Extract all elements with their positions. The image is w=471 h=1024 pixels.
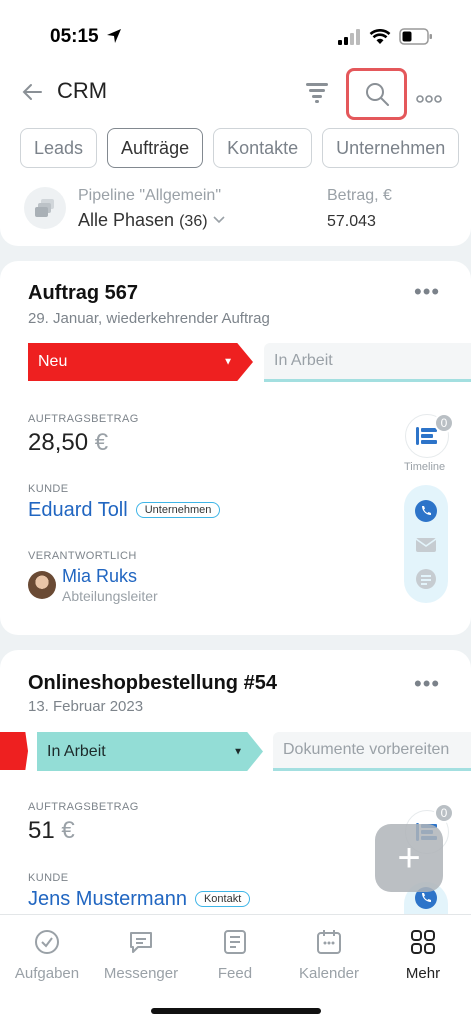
client-name-link[interactable]: Jens Mustermann <box>28 888 187 910</box>
amount-label: AUFTRAGSBETRAG <box>28 413 139 425</box>
timeline-icon <box>416 427 437 445</box>
wifi-icon <box>369 28 391 44</box>
back-button[interactable] <box>22 80 42 108</box>
client-label: KUNDE <box>28 872 69 884</box>
search-button[interactable] <box>346 68 407 120</box>
more-horizontal-icon <box>416 95 442 103</box>
nav-label: Aufgaben <box>14 965 80 982</box>
tab-leads[interactable]: Leads <box>20 128 98 168</box>
calendar-icon <box>317 930 341 954</box>
mail-icon[interactable] <box>414 533 438 557</box>
timeline-count-badge: 0 <box>434 803 454 823</box>
responsible-name[interactable]: Mia Ruks <box>62 566 137 587</box>
more-button[interactable] <box>416 90 442 108</box>
pipeline-count: (36) <box>179 213 208 230</box>
nav-label: Messenger <box>103 965 179 982</box>
crm-header: CRM Leads Aufträge Kontakte Unternehmen <box>0 68 471 246</box>
caret-down-icon: ▼ <box>233 746 243 757</box>
nav-item-mehr[interactable]: Mehr <box>376 927 470 982</box>
order-card[interactable]: Auftrag 567 29. Januar, wiederkehrender … <box>0 261 471 635</box>
tab-auftraege[interactable]: Aufträge <box>107 128 204 168</box>
pipeline-selector[interactable]: Alle Phasen (36) <box>78 210 225 231</box>
nav-item-feed[interactable]: Feed <box>188 927 282 982</box>
client-name-link[interactable]: Eduard Toll <box>28 499 128 521</box>
card-subtitle: 29. Januar, wiederkehrender Auftrag <box>28 310 270 327</box>
next-stage-label: In Arbeit <box>274 352 333 369</box>
next-stage-label: Dokumente vorbereiten <box>283 741 450 758</box>
stage-label: In Arbeit <box>47 742 106 760</box>
tab-unternehmen[interactable]: Unternehmen <box>322 128 460 168</box>
pipeline-value: Alle Phasen <box>78 210 175 230</box>
chat-icon <box>130 932 152 953</box>
check-circle-icon <box>35 930 59 954</box>
order-card[interactable]: Onlineshopbestellung #54 13. Februar 202… <box>0 650 471 950</box>
client-type-badge: Kontakt <box>194 891 251 907</box>
phone-icon[interactable] <box>414 499 438 523</box>
next-stage[interactable]: Dokumente vorbereiten <box>273 732 471 771</box>
signal-icon <box>338 28 360 45</box>
card-more-button[interactable]: ••• <box>414 671 440 697</box>
nav-label: Feed <box>217 965 253 982</box>
tab-kontakte[interactable]: Kontakte <box>213 128 313 168</box>
order-amount: 51 € <box>28 817 75 844</box>
previous-stage[interactable] <box>0 732 28 770</box>
nav-item-messenger[interactable]: Messenger <box>94 927 188 982</box>
responsible-position: Abteilungsleiter <box>62 588 158 604</box>
pipeline-label: Pipeline "Allgemein" <box>78 187 221 204</box>
card-more-button[interactable]: ••• <box>414 279 440 305</box>
stage-selector[interactable]: Neu ▼ <box>28 343 253 381</box>
grid-icon <box>411 930 435 954</box>
arrow-left-icon <box>22 84 42 100</box>
nav-label: Kalender <box>298 965 360 982</box>
communication-panel <box>404 485 448 603</box>
chat-icon[interactable] <box>414 567 438 591</box>
next-stage[interactable]: In Arbeit <box>264 343 471 382</box>
avatar <box>28 571 56 599</box>
filter-button[interactable] <box>303 78 331 106</box>
client-name-row: Jens Mustermann Kontakt <box>28 888 251 911</box>
order-amount: 28,50 € <box>28 429 109 456</box>
nav-label: Mehr <box>405 965 441 982</box>
responsible-label: VERANTWORTLICH <box>28 550 137 562</box>
pipeline-icon <box>24 187 66 229</box>
plus-icon: + <box>397 835 421 880</box>
stage-selector[interactable]: In Arbeit ▼ <box>37 732 263 771</box>
nav-item-kalender[interactable]: Kalender <box>282 927 376 982</box>
page-title: CRM <box>57 78 108 103</box>
battery-icon <box>399 28 432 45</box>
card-subtitle: 13. Februar 2023 <box>28 698 144 715</box>
filter-icon <box>306 83 328 103</box>
location-arrow-icon <box>106 29 121 43</box>
chevron-down-icon <box>212 216 225 224</box>
timeline-label: Timeline <box>404 461 446 473</box>
status-bar: 05:15 <box>0 0 471 70</box>
client-type-badge: Unternehmen <box>135 502 221 518</box>
nav-item-aufgaben[interactable]: Aufgaben <box>0 927 94 982</box>
stage-label: Neu <box>38 353 68 370</box>
client-name-row: Eduard Toll Unternehmen <box>28 499 221 522</box>
timeline-count-badge: 0 <box>434 413 454 433</box>
search-icon <box>365 83 389 106</box>
client-label: KUNDE <box>28 483 69 495</box>
card-title: Onlineshopbestellung #54 <box>28 672 277 694</box>
status-time: 05:15 <box>50 26 122 48</box>
amount-label: AUFTRAGSBETRAG <box>28 801 139 813</box>
home-indicator[interactable] <box>151 1008 321 1014</box>
feed-icon <box>224 930 246 954</box>
caret-down-icon: ▼ <box>223 356 233 368</box>
add-button[interactable]: + <box>375 824 443 892</box>
amount-value: 57.043 <box>327 213 376 230</box>
card-title: Auftrag 567 <box>28 282 139 304</box>
entity-tabs: Leads Aufträge Kontakte Unternehmen <box>20 128 460 168</box>
amount-label: Betrag, € <box>327 187 392 204</box>
